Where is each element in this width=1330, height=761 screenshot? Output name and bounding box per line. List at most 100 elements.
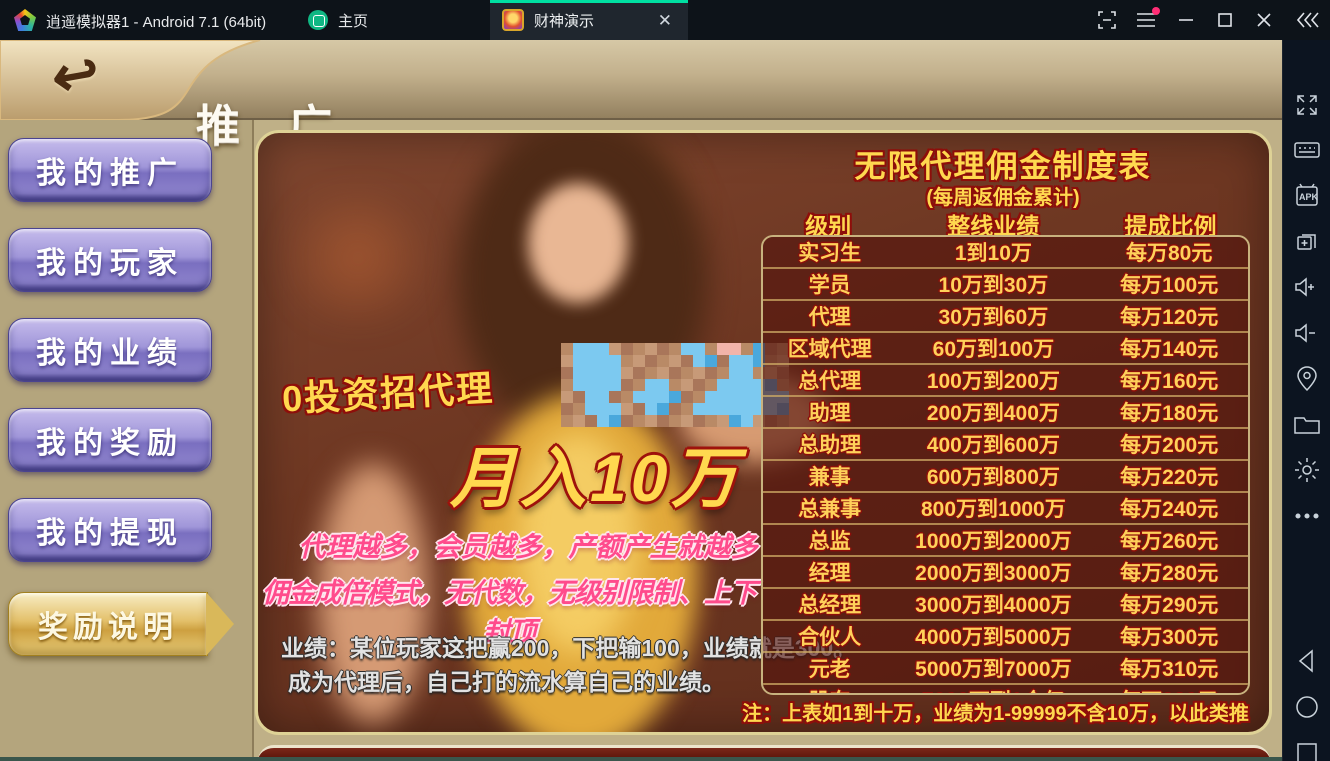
table-cell: 每万180元 [1090, 397, 1248, 427]
bottom-edge-strip [0, 757, 1282, 761]
sidebar-item-3[interactable]: 我的业绩 [8, 318, 212, 382]
emulator-logo-icon [14, 9, 36, 31]
table-row: 总兼事800万到1000万每万240元 [763, 491, 1248, 523]
tab-close-icon[interactable]: ✕ [654, 10, 676, 31]
table-cell: 200万到400万 [896, 397, 1090, 427]
home-tab-icon [308, 10, 328, 30]
promo-sidebar: 我的推广我的玩家我的业绩我的奖励我的提现奖励说明 [0, 120, 250, 761]
table-row: 助理200万到400万每万180元 [763, 395, 1248, 427]
commission-footnote: 注：上表如1到十万，业绩为1-99999不含10万，以此类推 [723, 697, 1268, 726]
table-cell: 股东 [763, 685, 896, 695]
collapse-sidebar-icon[interactable] [1293, 6, 1323, 34]
table-cell: 合伙人 [763, 621, 896, 651]
sidebar-item-label: 我的玩家 [36, 238, 184, 282]
table-cell: 3000万到4000万 [896, 589, 1090, 619]
table-cell: 每万320元 [1090, 685, 1248, 695]
app-tab-label: 财神演示 [534, 10, 644, 31]
table-cell: 总经理 [763, 589, 896, 619]
table-row: 总代理100万到200万每万160元 [763, 363, 1248, 395]
table-cell: 每万290元 [1090, 589, 1248, 619]
table-cell: 兼事 [763, 461, 896, 491]
table-cell: 每万120元 [1090, 301, 1248, 331]
tab-app-active[interactable]: 财神演示 ✕ [490, 0, 688, 40]
table-row: 区域代理60万到100万每万140元 [763, 331, 1248, 363]
table-cell: 30万到60万 [896, 301, 1090, 331]
table-cell: 每万200元 [1090, 429, 1248, 459]
table-cell: 1到10万 [896, 237, 1090, 267]
volume-up-icon[interactable] [1294, 274, 1320, 300]
table-row: 总助理400万到600万每万200元 [763, 427, 1248, 459]
keyboard-icon[interactable] [1294, 137, 1320, 163]
table-cell: 每万300元 [1090, 621, 1248, 651]
table-cell: 每万220元 [1090, 461, 1248, 491]
sidebar-item-2[interactable]: 我的玩家 [8, 228, 212, 292]
promo-pink-line1: 代理越多，会员越多，产额产生就越多 [298, 525, 758, 564]
sidebar-item-1[interactable]: 我的推广 [8, 138, 212, 202]
screenshot-icon[interactable] [1092, 6, 1122, 34]
table-row: 兼事600万到800万每万220元 [763, 459, 1248, 491]
table-row: 股东7000万到1个亿每万320元 [763, 683, 1248, 695]
close-icon[interactable] [1249, 6, 1279, 34]
table-cell: 2000万到3000万 [896, 557, 1090, 587]
table-row: 元老5000万到7000万每万310元 [763, 651, 1248, 683]
censored-watermark [561, 343, 789, 427]
table-cell: 实习生 [763, 237, 896, 267]
table-cell: 每万160元 [1090, 365, 1248, 395]
sidebar-item-5[interactable]: 我的提现 [8, 498, 212, 562]
table-row: 总监1000万到2000万每万260元 [763, 523, 1248, 555]
sidebar-item-label: 我的推广 [36, 148, 184, 192]
multi-window-icon[interactable] [1294, 228, 1320, 254]
sidebar-item-label: 奖励说明 [38, 602, 178, 646]
table-cell: 60万到100万 [896, 333, 1090, 363]
nav-home-icon[interactable] [1294, 694, 1320, 720]
settings-icon[interactable] [1294, 457, 1320, 483]
sidebar-item-4[interactable]: 我的奖励 [8, 408, 212, 472]
app-tab-icon [502, 9, 524, 31]
fullscreen-icon[interactable] [1294, 92, 1320, 118]
table-cell: 每万310元 [1090, 653, 1248, 683]
sidebar-item-6[interactable]: 奖励说明 [8, 592, 208, 656]
menu-icon[interactable] [1131, 6, 1161, 34]
table-cell: 7000万到1个亿 [896, 685, 1090, 695]
table-cell: 总监 [763, 525, 896, 555]
table-cell: 总代理 [763, 365, 896, 395]
table-row: 实习生1到10万每万80元 [763, 237, 1248, 267]
table-cell: 元老 [763, 653, 896, 683]
sidebar-item-label: 我的奖励 [36, 418, 184, 462]
sidebar-item-label: 我的提现 [36, 508, 184, 552]
folder-icon[interactable] [1294, 412, 1320, 438]
minimize-icon[interactable] [1171, 6, 1201, 34]
promo-tagline: 0投资招代理 [281, 359, 495, 422]
nav-back-icon[interactable] [1294, 648, 1320, 674]
more-icon[interactable] [1294, 503, 1320, 529]
table-row: 代理30万到60万每万120元 [763, 299, 1248, 331]
home-tab-label: 主页 [338, 10, 368, 31]
table-cell: 区域代理 [763, 333, 896, 363]
table-row: 总经理3000万到4000万每万290元 [763, 587, 1248, 619]
table-cell: 10万到30万 [896, 269, 1090, 299]
table-cell: 总兼事 [763, 493, 896, 523]
promo-note-line2: 成为代理后，自己打的流水算自己的业绩。 [288, 663, 725, 697]
commission-subtitle: (每周返佣金累计) [753, 181, 1253, 210]
emulator-toolbar: APK [1282, 40, 1330, 761]
table-cell: 每万80元 [1090, 237, 1248, 267]
maximize-icon[interactable] [1210, 6, 1240, 34]
table-cell: 600万到800万 [896, 461, 1090, 491]
volume-down-icon[interactable] [1294, 320, 1320, 346]
table-cell: 4000万到5000万 [896, 621, 1090, 651]
table-cell: 每万240元 [1090, 493, 1248, 523]
nav-recents-icon[interactable] [1294, 740, 1320, 761]
table-cell: 助理 [763, 397, 896, 427]
apk-install-icon[interactable]: APK [1294, 182, 1320, 208]
table-row: 学员10万到30万每万100元 [763, 267, 1248, 299]
window-title: 逍遥模拟器1 - Android 7.1 (64bit) [46, 11, 266, 32]
table-cell: 400万到600万 [896, 429, 1090, 459]
active-arrow-tip [206, 592, 234, 656]
tab-home[interactable]: 主页 [296, 0, 380, 40]
location-icon[interactable] [1294, 366, 1320, 392]
table-cell: 代理 [763, 301, 896, 331]
table-cell: 每万140元 [1090, 333, 1248, 363]
table-cell: 每万260元 [1090, 525, 1248, 555]
table-cell: 1000万到2000万 [896, 525, 1090, 555]
table-cell: 总助理 [763, 429, 896, 459]
